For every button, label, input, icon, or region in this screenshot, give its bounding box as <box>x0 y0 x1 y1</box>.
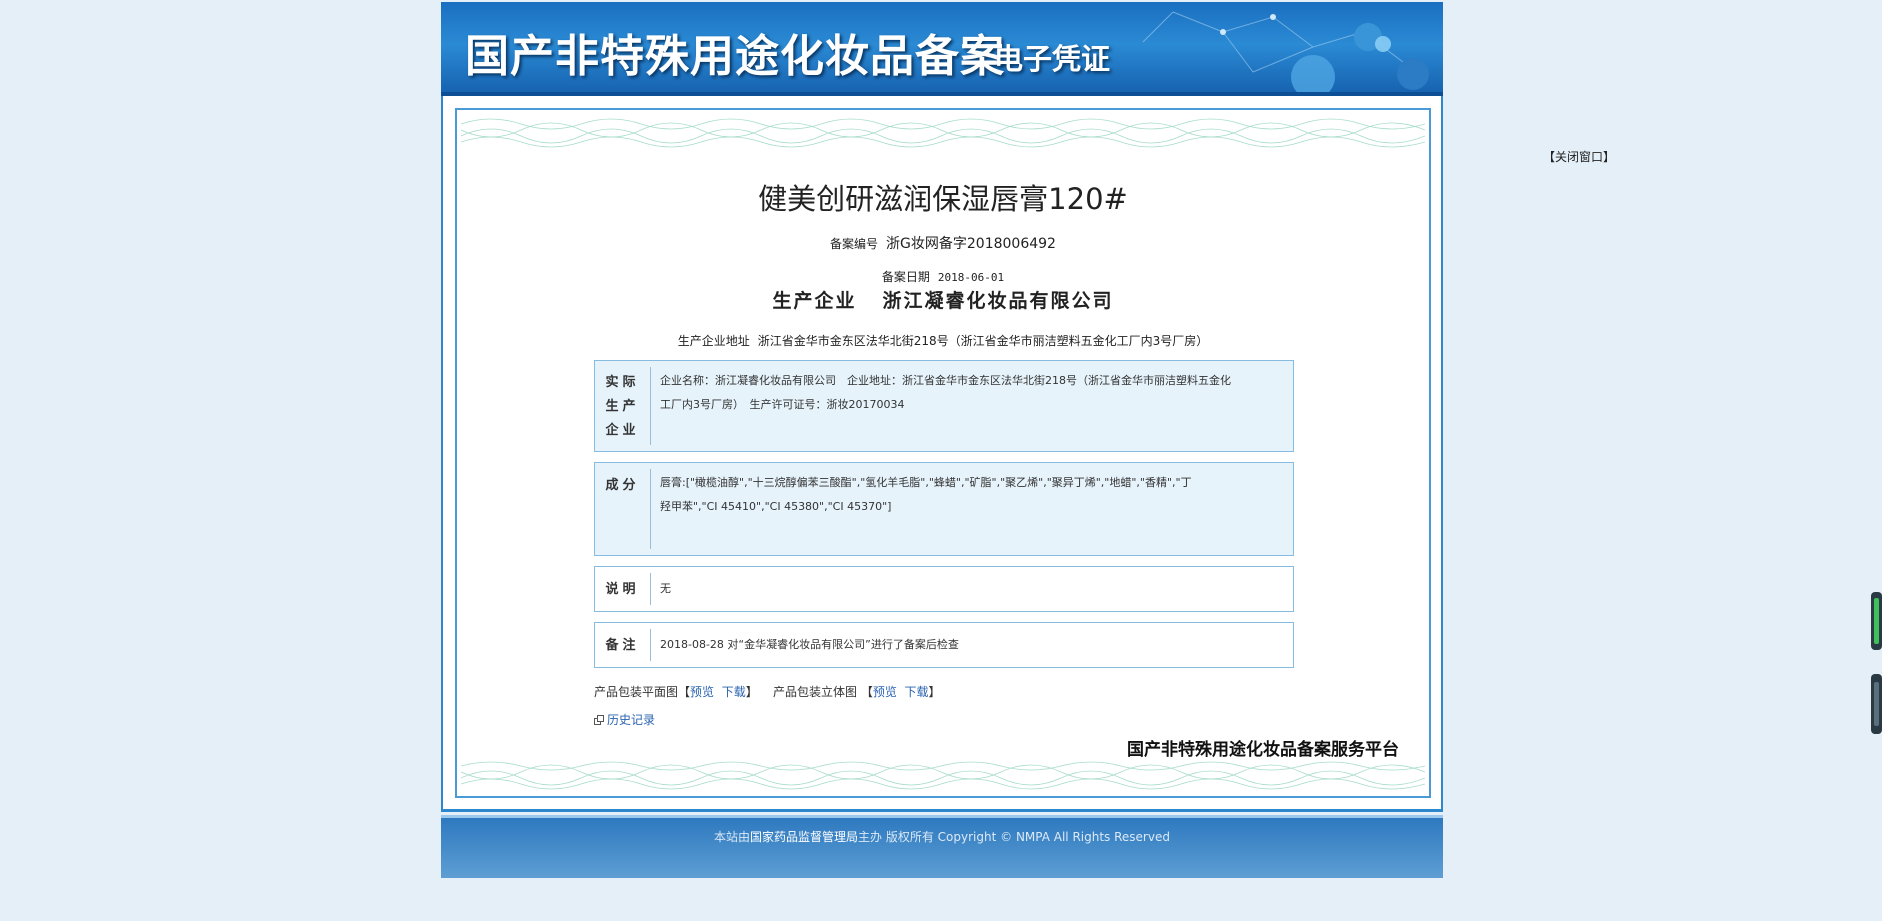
product-name: 健美创研滋润保湿唇膏120# <box>758 182 1128 216</box>
certificate-page: 国产非特殊用途化妆品备案 电子凭证 健美创研滋润保湿唇膏120# 备案编号 浙G妆… <box>441 2 1443 878</box>
actual-producer-section: 实际 生产 企业 企业名称：浙江凝睿化妆品有限公司 企业地址：浙江省金华市金东区… <box>594 360 1294 452</box>
ingredients-text: 唇膏:["橄榄油醇","十三烷醇偏苯三酸酯","氢化羊毛脂","蜂蜡","矿脂"… <box>660 471 1283 519</box>
side-tool-widget[interactable] <box>1871 674 1882 734</box>
ingredients-text-line: 羟甲苯","CI 45410","CI 45380","CI 45370"] <box>660 500 892 513</box>
close-window-link[interactable]: 【关闭窗口】 <box>1543 148 1615 165</box>
actual-producer-text: 企业名称：浙江凝睿化妆品有限公司 企业地址：浙江省金华市金东区法华北街218号（… <box>660 369 1283 417</box>
package-solid-preview-link[interactable]: 预览 <box>873 685 897 699</box>
side-scroll-widget[interactable] <box>1871 592 1882 650</box>
banner-subtitle: 电子凭证 <box>994 42 1111 76</box>
bracket: 】 <box>745 685 758 699</box>
actual-producer-text-line: 企业名称：浙江凝睿化妆品有限公司 企业地址：浙江省金华市金东区法华北街218号（… <box>660 374 1231 387</box>
manufacturer-label: 生产企业 <box>772 290 857 312</box>
actual-producer-label-line: 生产 <box>605 399 640 414</box>
manufacturer-address-row: 生产企业地址 浙江省金华市金东区法华北街218号（浙江省金华市丽洁塑料五金化工厂内… <box>457 332 1429 349</box>
bracket: 【 <box>860 685 873 699</box>
external-window-icon <box>594 715 604 725</box>
remarks-text: 2018-08-28 对“金华凝睿化妆品有限公司”进行了备案后检查 <box>660 638 959 651</box>
banner-title: 国产非特殊用途化妆品备案 <box>465 31 1005 82</box>
manufacturer-row: 生产企业 浙江凝睿化妆品有限公司 <box>457 286 1429 313</box>
footer-prefix: 本站由 <box>714 830 751 844</box>
registration-number-row: 备案编号 浙G妆网备字2018006492 <box>457 233 1429 253</box>
platform-name: 国产非特殊用途化妆品备案服务平台 <box>1127 740 1399 760</box>
package-solid-label: 产品包装立体图 <box>772 685 857 699</box>
bracket: 】 <box>928 685 941 699</box>
package-flat-preview-link[interactable]: 预览 <box>690 685 714 699</box>
side-widget-bar <box>1874 682 1879 726</box>
registration-date-label: 备案日期 <box>881 270 930 284</box>
banner: 国产非特殊用途化妆品备案 电子凭证 <box>441 2 1443 96</box>
notes-text: 无 <box>660 582 671 595</box>
actual-producer-label: 实际 生产 企业 <box>595 371 650 443</box>
actual-producer-label-line: 实际 <box>605 375 640 390</box>
registration-number-label: 备案编号 <box>830 237 879 251</box>
registration-number-value: 浙G妆网备字2018006492 <box>886 236 1056 252</box>
registration-date-value: 2018-06-01 <box>937 271 1005 284</box>
remarks-label: 备注 <box>605 638 640 653</box>
ingredients-label: 成分 <box>605 478 640 493</box>
package-flat-label: 产品包装平面图 <box>594 685 679 699</box>
section-divider <box>650 573 651 605</box>
bracket: 【 <box>678 685 691 699</box>
side-widget-level-indicator <box>1874 598 1879 644</box>
manufacturer-address-label: 生产企业地址 <box>677 334 750 348</box>
section-divider <box>650 469 651 549</box>
footer-agency: 国家药品监督管理局 <box>750 830 859 844</box>
footer-copyright: 主办 版权所有 Copyright © NMPA All Rights Rese… <box>858 830 1170 844</box>
package-solid-download-link[interactable]: 下载 <box>905 685 929 699</box>
manufacturer-address-value: 浙江省金华市金东区法华北街218号（浙江省金华市丽洁塑料五金化工厂内3号厂房） <box>757 334 1209 348</box>
actual-producer-text-line: 工厂内3号厂房） 生产许可证号：浙妆20170034 <box>660 398 905 411</box>
remarks-section: 备注 2018-08-28 对“金华凝睿化妆品有限公司”进行了备案后检查 <box>594 622 1294 668</box>
guilloche-top-decoration <box>461 118 1425 148</box>
history-link[interactable]: 历史记录 <box>594 711 655 728</box>
section-divider <box>650 629 651 661</box>
footer: 本站由国家药品监督管理局主办 版权所有 Copyright © NMPA All… <box>441 815 1443 878</box>
package-flat-download-link[interactable]: 下载 <box>722 685 746 699</box>
certificate-body: 健美创研滋润保湿唇膏120# 备案编号 浙G妆网备字2018006492 备案日期… <box>441 96 1443 812</box>
registration-date-row: 备案日期 2018-06-01 <box>457 266 1429 285</box>
section-divider <box>650 367 651 445</box>
notes-label: 说明 <box>605 582 640 597</box>
ingredients-text-line: 唇膏:["橄榄油醇","十三烷醇偏苯三酸酯","氢化羊毛脂","蜂蜡","矿脂"… <box>660 476 1192 489</box>
history-link-label: 历史记录 <box>607 713 656 727</box>
actual-producer-label-line: 企业 <box>605 423 640 438</box>
package-links-row: 产品包装平面图【预览 下载】 产品包装立体图 【预览 下载】 <box>594 683 941 700</box>
ingredients-section: 成分 唇膏:["橄榄油醇","十三烷醇偏苯三酸酯","氢化羊毛脂","蜂蜡","… <box>594 462 1294 556</box>
guilloche-bottom-decoration <box>461 761 1425 790</box>
notes-section: 说明 无 <box>594 566 1294 612</box>
certificate-frame: 健美创研滋润保湿唇膏120# 备案编号 浙G妆网备字2018006492 备案日期… <box>455 108 1431 798</box>
manufacturer-value: 浙江凝睿化妆品有限公司 <box>882 290 1114 312</box>
